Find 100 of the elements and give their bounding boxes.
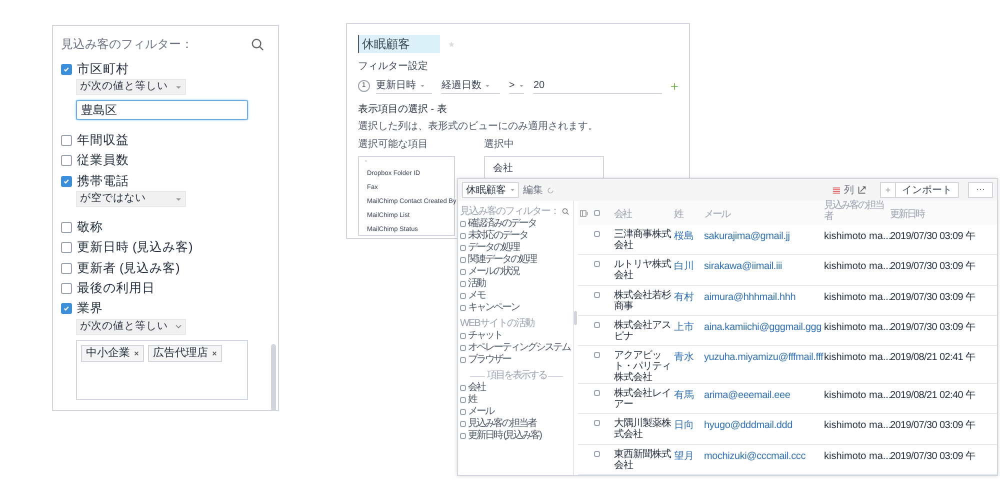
refresh-icon [547, 186, 554, 194]
table-cell-link[interactable]: sakurajima@gmail.jj [704, 229, 824, 244]
table-cell-link[interactable]: yuzuha.miyamizu@fffmail.fff [704, 350, 824, 366]
checkbox[interactable] [594, 322, 600, 328]
field-dropdown[interactable]: > [508, 78, 524, 94]
checkbox[interactable] [61, 134, 72, 146]
checkbox[interactable] [460, 397, 466, 403]
filter-option: オペレーティングシステム [468, 342, 570, 354]
value-field[interactable]: 20 [533, 78, 662, 94]
table-cell-link[interactable]: 望月 [674, 448, 704, 464]
table-cell-text: 2019/07/30 03:09 午 [890, 419, 976, 434]
checkbox[interactable] [460, 269, 466, 275]
table-cell-link[interactable]: 日向 [674, 418, 704, 434]
tags-field[interactable]: 中小企業 広告代理店 [76, 340, 248, 400]
checkbox[interactable] [460, 385, 466, 391]
view-name-field[interactable]: 休眠顧客 [358, 35, 440, 53]
checkbox[interactable] [594, 210, 600, 216]
divider-label: 項目を表示する [486, 370, 546, 382]
column-header: 姓 [674, 209, 682, 220]
resize-handle[interactable] [574, 311, 577, 325]
caret-icon [518, 84, 524, 88]
edit-link[interactable]: 編集 [523, 182, 543, 198]
filter-option: 活動 [468, 278, 485, 290]
condition-dropdown[interactable]: が空ではない [76, 191, 186, 208]
table-cell-link[interactable]: 白川 [674, 259, 704, 274]
more-button[interactable]: ··· [968, 182, 993, 198]
condition-dropdown[interactable]: が次の値と等しい [76, 79, 186, 96]
filter-option: メール [468, 406, 494, 418]
filter-label: 更新日時 (見込み客) [77, 239, 193, 256]
table-cell-text: 2019/07/30 03:09 午 [890, 290, 976, 305]
section-title: 表示項目の選択 - 表 [358, 102, 448, 117]
checkbox[interactable] [460, 421, 466, 427]
column-label: 選択中 [484, 138, 515, 152]
table-cell-text: アクアビット・パリティ株式会社 [614, 350, 672, 384]
table-cell-link[interactable]: aina.kamiichi@gggmail.ggg [704, 320, 824, 335]
checkbox[interactable] [61, 222, 72, 233]
filter-option: 会社 [468, 382, 485, 394]
table-cell-link[interactable]: 青水 [674, 350, 704, 366]
star-icon [448, 40, 455, 48]
tag-chip[interactable]: 中小企業 [81, 344, 144, 362]
field-dropdown[interactable]: 経過日数 [441, 78, 500, 94]
table-cell-link[interactable]: 桜島 [674, 229, 704, 244]
checkbox[interactable] [594, 390, 600, 396]
table-cell-link[interactable]: 有馬 [674, 388, 704, 404]
checkbox[interactable] [460, 333, 466, 339]
checkbox[interactable] [460, 221, 466, 227]
checkbox[interactable] [61, 64, 72, 75]
filter-option: 未対応のデータ [468, 230, 528, 242]
table-cell-text: kishimoto ma... [824, 389, 890, 404]
checkbox[interactable] [460, 245, 466, 251]
table-cell-link[interactable]: 上市 [674, 320, 704, 335]
table-cell-link[interactable]: hyugo@dddmail.ddd [704, 418, 824, 434]
checkbox[interactable] [594, 450, 600, 457]
table-cell-link[interactable]: arima@eeemail.eee [704, 388, 824, 404]
import-button[interactable]: インポート [880, 182, 959, 198]
column-header: 会社 [614, 209, 631, 220]
scrollbar-thumb[interactable] [271, 344, 276, 410]
checkbox[interactable] [460, 345, 466, 351]
checkbox[interactable] [594, 261, 600, 268]
checkbox[interactable] [460, 281, 466, 287]
table-cell-link[interactable]: sirakawa@iimail.iii [704, 259, 824, 274]
checkbox[interactable] [460, 293, 466, 299]
tag-chip[interactable]: 広告代理店 [148, 344, 222, 362]
table-cell-link[interactable]: aimura@hhhmail.hhh [704, 290, 824, 305]
caret-icon [175, 196, 182, 202]
value-field[interactable]: 豊島区 [76, 100, 248, 120]
filter-label: 従業員数 [77, 152, 129, 170]
checkbox[interactable] [460, 233, 466, 239]
field-dropdown[interactable]: 更新日時 [376, 78, 432, 94]
filter-option: チャット [468, 330, 502, 342]
condition-dropdown[interactable]: が次の値と等しい [76, 318, 186, 335]
caret-icon [510, 188, 515, 192]
checkbox[interactable] [594, 352, 600, 358]
checkbox[interactable] [61, 282, 72, 294]
table-cell-text: 2019/07/30 03:09 午 [890, 320, 976, 335]
checkbox[interactable] [594, 420, 600, 426]
checkbox[interactable] [594, 231, 600, 237]
table-cell-text: 三津商事株式会社 [614, 229, 672, 251]
table-cell-link[interactable]: mochizuki@cccmail.ccc [704, 448, 824, 464]
table-cell-text: 株式会社アスピナ [614, 320, 672, 342]
table-cell-link[interactable]: 有村 [674, 290, 704, 305]
view-dropdown[interactable]: 休眠顧客 [462, 182, 519, 198]
table-cell-text: 2019/07/30 03:09 午 [890, 260, 976, 274]
table-cell-text: 2019/07/30 03:09 午 [890, 230, 976, 244]
list-item[interactable]: 会社 [493, 163, 513, 174]
checkbox[interactable] [61, 155, 72, 166]
checkbox[interactable] [460, 357, 466, 363]
filter-title: 見込み客のフィルター： [61, 36, 193, 53]
column-view-button[interactable]: 列 [844, 182, 854, 198]
table-cell-text: ルトリヤ株式会社 [614, 259, 672, 282]
filter-option: メモ [468, 290, 485, 302]
checkbox[interactable] [460, 305, 466, 311]
checkbox[interactable] [61, 242, 72, 254]
checkbox[interactable] [460, 257, 466, 263]
checkbox[interactable] [61, 262, 72, 274]
checkbox[interactable] [460, 433, 466, 439]
checkbox[interactable] [594, 292, 600, 298]
checkbox[interactable] [460, 409, 466, 415]
checkbox[interactable] [61, 176, 72, 187]
checkbox[interactable] [61, 303, 72, 314]
